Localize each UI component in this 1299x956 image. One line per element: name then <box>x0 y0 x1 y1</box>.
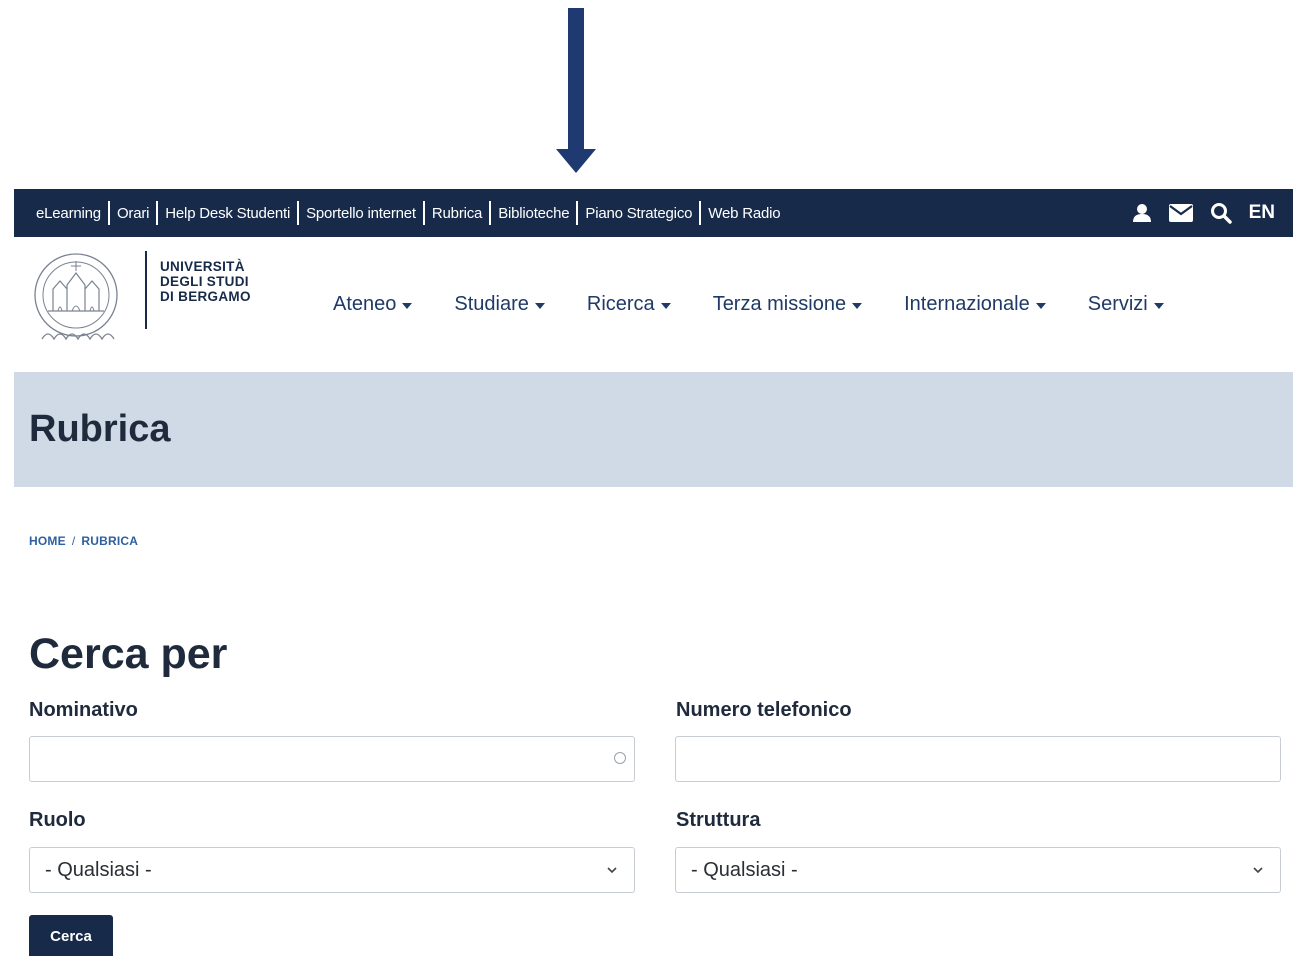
caret-down-icon <box>402 302 413 309</box>
chevron-down-icon <box>1253 867 1263 874</box>
menu-item-ricerca[interactable]: Ricerca <box>587 293 671 316</box>
autocomplete-indicator-icon <box>614 752 626 764</box>
separator <box>297 201 300 225</box>
main-menu: Ateneo Studiare Ricerca Terza missione I… <box>333 293 1164 316</box>
utility-link-web-radio[interactable]: Web Radio <box>708 205 780 222</box>
caret-down-icon <box>534 302 545 309</box>
language-switch[interactable]: EN <box>1249 202 1275 224</box>
menu-item-label: Ateneo <box>333 293 397 315</box>
university-name[interactable]: UNIVERSITÀ DEGLI STUDI DI BERGAMO <box>145 251 251 329</box>
menu-item-ateneo[interactable]: Ateneo <box>333 293 413 316</box>
menu-item-label: Ricerca <box>586 293 655 315</box>
menu-item-label: Servizi <box>1087 293 1148 315</box>
ruolo-select[interactable]: - Qualsiasi - <box>29 847 635 893</box>
utility-tools: EN <box>1132 189 1275 237</box>
utility-link-rubrica[interactable]: Rubrica <box>432 205 482 222</box>
university-name-line: DEGLI STUDI <box>160 274 249 289</box>
page-banner: Rubrica <box>14 372 1293 487</box>
menu-item-label: Internazionale <box>904 293 1030 315</box>
menu-item-label: Terza missione <box>712 293 847 315</box>
ruolo-label: Ruolo <box>29 809 86 831</box>
struttura-select[interactable]: - Qualsiasi - <box>675 847 1281 893</box>
separator <box>422 201 425 225</box>
utility-bar: eLearning Orari Help Desk Studenti Sport… <box>14 189 1293 237</box>
caret-down-icon <box>852 302 863 309</box>
university-seal-logo[interactable] <box>20 251 142 351</box>
main-navigation: UNIVERSITÀ DEGLI STUDI DI BERGAMO Ateneo… <box>14 237 1293 372</box>
search-submit-button[interactable]: Cerca <box>29 915 113 956</box>
search-form-title: Cerca per <box>29 630 228 678</box>
caret-down-icon <box>1153 302 1164 309</box>
university-name-line: UNIVERSITÀ <box>160 259 245 274</box>
utility-link-elearning[interactable]: eLearning <box>36 205 101 222</box>
ruolo-selected-value: - Qualsiasi - <box>45 858 152 881</box>
chevron-down-icon <box>607 867 617 874</box>
mail-icon[interactable] <box>1168 204 1193 222</box>
search-icon[interactable] <box>1210 202 1232 224</box>
menu-item-internazionale[interactable]: Internazionale <box>904 293 1046 316</box>
menu-item-servizi[interactable]: Servizi <box>1088 293 1164 316</box>
breadcrumb-home[interactable]: HOME <box>29 534 66 548</box>
utility-link-orari[interactable]: Orari <box>117 205 150 222</box>
telefono-label: Numero telefonico <box>676 699 852 721</box>
utility-links: eLearning Orari Help Desk Studenti Sport… <box>36 201 781 225</box>
telefono-input[interactable] <box>675 736 1281 782</box>
page-title: Rubrica <box>29 408 171 450</box>
struttura-label: Struttura <box>676 809 761 831</box>
nominativo-label: Nominativo <box>29 699 138 721</box>
separator <box>576 201 579 225</box>
caret-down-icon <box>660 302 671 309</box>
university-name-line: DI BERGAMO <box>160 289 251 304</box>
breadcrumb-current: RUBRICA <box>81 534 139 548</box>
menu-item-studiare[interactable]: Studiare <box>454 293 545 316</box>
menu-item-terza-missione[interactable]: Terza missione <box>712 293 863 316</box>
menu-item-label: Studiare <box>454 293 529 315</box>
down-arrow-annotation <box>556 8 596 173</box>
user-icon[interactable] <box>1132 203 1152 223</box>
separator <box>107 201 110 225</box>
struttura-selected-value: - Qualsiasi - <box>691 858 798 881</box>
utility-link-help-desk[interactable]: Help Desk Studenti <box>165 205 290 222</box>
separator <box>156 201 159 225</box>
utility-link-sportello[interactable]: Sportello internet <box>306 205 416 222</box>
nominativo-input[interactable] <box>29 736 635 782</box>
separator <box>699 201 702 225</box>
breadcrumb: HOME / RUBRICA <box>29 534 138 548</box>
caret-down-icon <box>1035 302 1046 309</box>
breadcrumb-separator: / <box>71 534 76 548</box>
separator <box>489 201 492 225</box>
utility-link-piano-strategico[interactable]: Piano Strategico <box>585 205 692 222</box>
utility-link-biblioteche[interactable]: Biblioteche <box>498 205 569 222</box>
